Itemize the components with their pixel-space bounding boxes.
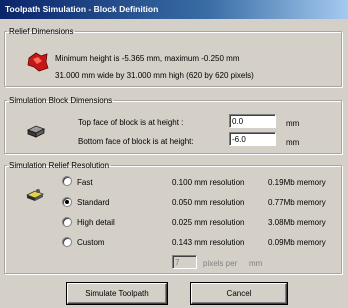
relief-size-text: 31.000 mm wide by 31.000 mm high (620 by… <box>55 71 254 80</box>
block-dimensions-legend: Simulation Block Dimensions <box>9 96 113 105</box>
radio-standard[interactable] <box>62 197 72 207</box>
option-resolution: 0.143 mm resolution <box>172 238 245 247</box>
top-face-input[interactable] <box>229 114 276 128</box>
custom-pixels-input[interactable] <box>172 255 197 269</box>
relief-dimensions-legend: Relief Dimensions <box>9 27 74 36</box>
option-memory: 3.08Mb memory <box>268 218 326 227</box>
custom-unit-mm: mm <box>249 259 263 268</box>
option-label: Fast <box>77 178 93 187</box>
radio-high-detail[interactable] <box>62 217 72 227</box>
bottom-face-label: Bottom face of block is at height: <box>78 137 194 146</box>
top-face-unit: mm <box>286 119 300 128</box>
option-label: Standard <box>77 198 110 207</box>
option-memory: 0.09Mb memory <box>268 238 326 247</box>
option-label: High detail <box>77 218 115 227</box>
top-face-label: Top face of block is at height : <box>78 118 184 127</box>
option-label: Custom <box>77 238 105 247</box>
option-resolution: 0.025 mm resolution <box>172 218 245 227</box>
cancel-button[interactable]: Cancel <box>191 283 287 304</box>
bottom-face-unit: mm <box>286 138 300 147</box>
bottom-face-input[interactable] <box>229 132 276 146</box>
radio-fast[interactable] <box>62 176 72 186</box>
relief-icon <box>27 52 49 72</box>
block-icon <box>27 125 45 138</box>
radio-custom[interactable] <box>62 237 72 247</box>
title-bar: Toolpath Simulation - Block Definition <box>0 0 348 19</box>
simulate-toolpath-button[interactable]: Simulate Toolpath <box>67 283 167 304</box>
custom-unit-label: pixels per <box>203 259 238 268</box>
option-resolution: 0.100 mm resolution <box>172 178 245 187</box>
resolution-icon <box>26 189 44 201</box>
option-memory: 0.19Mb memory <box>268 178 326 187</box>
option-resolution: 0.050 mm resolution <box>172 198 245 207</box>
option-memory: 0.77Mb memory <box>268 198 326 207</box>
resolution-legend: Simulation Relief Resolution <box>9 161 110 170</box>
window-title: Toolpath Simulation - Block Definition <box>5 4 159 14</box>
relief-height-text: Minimum height is -5.365 mm, maximum -0.… <box>55 54 240 63</box>
